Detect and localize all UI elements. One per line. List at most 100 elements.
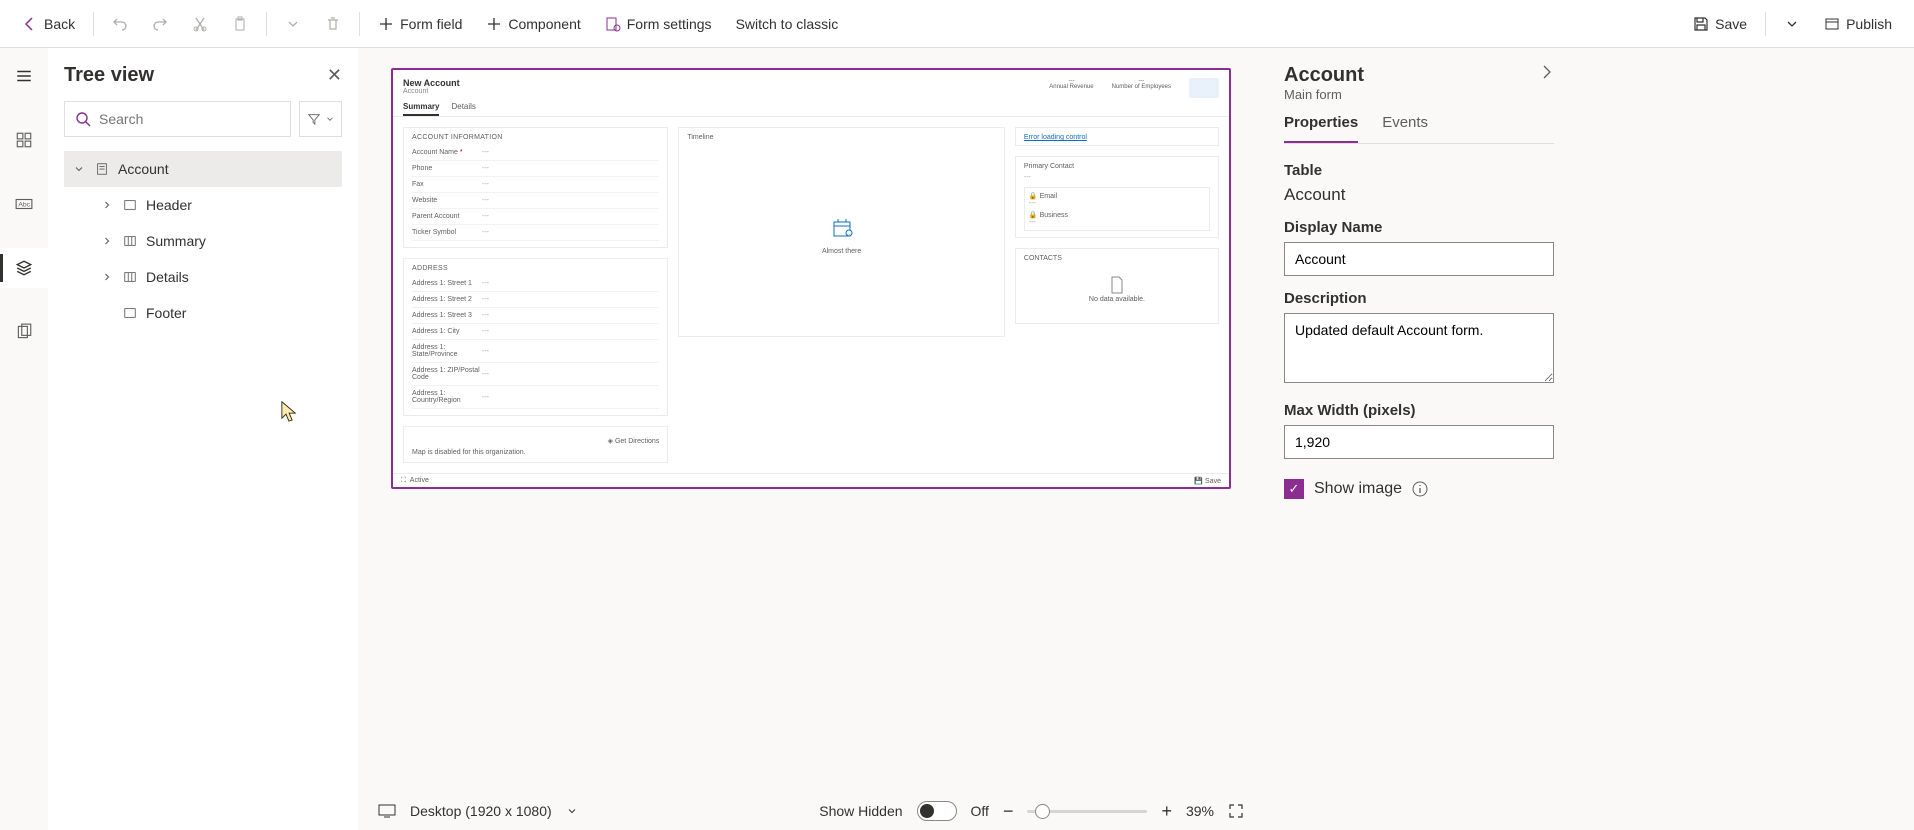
save-icon[interactable]: 💾 [1194, 478, 1203, 485]
redo-button[interactable] [142, 10, 178, 38]
timeline-title: Timeline [687, 134, 996, 141]
components-rail-button[interactable] [0, 120, 48, 160]
zoom-slider[interactable] [1027, 810, 1147, 813]
tree-rail-button[interactable] [0, 248, 48, 288]
form-field[interactable]: Address 1: Street 1--- [412, 276, 659, 292]
delete-button[interactable] [315, 10, 351, 38]
device-label[interactable]: Desktop (1920 x 1080) [410, 803, 552, 819]
zoom-in-button[interactable]: + [1161, 801, 1172, 822]
publish-button[interactable]: Publish [1814, 10, 1902, 38]
switch-classic-button[interactable]: Switch to classic [726, 10, 849, 38]
chevron-right-icon[interactable] [1538, 64, 1554, 80]
dropdown-button[interactable] [275, 10, 311, 38]
error-section[interactable]: Error loading control [1015, 127, 1219, 146]
props-tab-properties[interactable]: Properties [1284, 114, 1358, 143]
tree-label: Header [146, 197, 192, 213]
tree-search-input[interactable] [64, 101, 291, 137]
no-data-text: No data available. [1024, 296, 1210, 303]
cut-button[interactable] [182, 10, 218, 38]
redo-icon [152, 16, 168, 32]
form-field[interactable]: Address 1: Street 3--- [412, 308, 659, 324]
hamburger-button[interactable] [0, 56, 48, 96]
canvas-tab-summary[interactable]: Summary [403, 102, 439, 116]
layers-icon [15, 259, 33, 277]
tree-close-button[interactable]: ✕ [327, 65, 342, 86]
expand-icon[interactable]: ⛶ [401, 477, 406, 484]
account-info-section[interactable]: ACCOUNT INFORMATION Account Name*---Phon… [403, 127, 668, 248]
display-name-input[interactable] [1284, 242, 1554, 276]
search-icon [75, 111, 91, 127]
cut-icon [192, 16, 208, 32]
form-settings-button[interactable]: Form settings [595, 10, 722, 38]
paste-button[interactable] [222, 10, 258, 38]
show-hidden-toggle[interactable] [917, 801, 957, 821]
save-button[interactable]: Save [1683, 10, 1757, 38]
error-link[interactable]: Error loading control [1024, 134, 1087, 141]
tree-item-footer[interactable]: Footer [64, 295, 342, 331]
form-field[interactable]: Phone--- [412, 161, 659, 177]
fit-icon[interactable] [1228, 803, 1244, 819]
zoom-out-button[interactable]: − [1003, 801, 1014, 822]
paste-icon [232, 16, 248, 32]
form-field[interactable]: Ticker Symbol--- [412, 225, 659, 241]
form-field[interactable]: Fax--- [412, 177, 659, 193]
tree-panel: Tree view ✕ Account Header Summary Detai… [48, 48, 358, 830]
canvas-tab-details[interactable]: Details [451, 102, 475, 116]
right-empty-area [1574, 48, 1914, 830]
add-form-field-button[interactable]: Form field [368, 10, 472, 38]
form-field[interactable]: Address 1: Country/Region--- [412, 386, 659, 409]
address-section[interactable]: ADDRESS Address 1: Street 1---Address 1:… [403, 258, 668, 416]
left-rail: Abc [0, 48, 48, 830]
undo-icon [112, 16, 128, 32]
form-field[interactable]: Address 1: State/Province--- [412, 340, 659, 363]
max-width-input[interactable] [1284, 425, 1554, 459]
tree-item-summary[interactable]: Summary [64, 223, 342, 259]
chevron-down-icon[interactable] [566, 805, 578, 817]
properties-panel: Account Main form Properties Events Tabl… [1264, 48, 1574, 830]
search-field[interactable] [99, 111, 280, 127]
tree-item-details[interactable]: Details [64, 259, 342, 295]
map-section[interactable]: ◈ Get Directions Map is disabled for thi… [403, 426, 668, 463]
tab-icon [122, 270, 138, 284]
tree-title: Tree view [64, 64, 154, 87]
form-field[interactable]: Website--- [412, 193, 659, 209]
form-field[interactable]: Account Name*--- [412, 145, 659, 161]
form-field[interactable]: Address 1: Street 2--- [412, 292, 659, 308]
primary-contact-section[interactable]: Primary Contact --- 🔒 Email --- 🔒 Busine… [1015, 156, 1219, 238]
form-icon [94, 162, 110, 176]
chevron-down-icon [1784, 16, 1800, 32]
undo-button[interactable] [102, 10, 138, 38]
contacts-title: CONTACTS [1024, 255, 1210, 262]
description-textarea[interactable] [1284, 313, 1554, 383]
top-toolbar: Back Form field Component Form settings … [0, 0, 1914, 48]
tree-item-header[interactable]: Header [64, 187, 342, 223]
description-label: Description [1284, 290, 1554, 307]
timeline-section[interactable]: Timeline … Almost there [678, 127, 1005, 337]
form-settings-label: Form settings [627, 16, 712, 32]
back-button[interactable]: Back [12, 10, 85, 38]
tree-item-account[interactable]: Account [64, 151, 342, 187]
metric-employees-label: Number of Employees [1112, 84, 1171, 90]
info-icon[interactable] [1412, 481, 1428, 497]
component-label: Component [508, 16, 580, 32]
props-tab-events[interactable]: Events [1382, 114, 1428, 143]
contacts-section[interactable]: CONTACTS No data available. [1015, 248, 1219, 324]
chevron-down-icon [325, 114, 335, 124]
publish-label: Publish [1846, 16, 1892, 32]
form-canvas[interactable]: New Account Account ---Annual Revenue --… [391, 68, 1231, 489]
abc-icon: Abc [15, 195, 33, 213]
form-field[interactable]: Address 1: City--- [412, 324, 659, 340]
library-rail-button[interactable] [0, 312, 48, 352]
tree-filter-button[interactable] [299, 101, 342, 137]
save-icon [1693, 16, 1709, 32]
form-field[interactable]: Address 1: ZIP/Postal Code--- [412, 363, 659, 386]
plus-icon [486, 16, 502, 32]
form-field[interactable]: Parent Account--- [412, 209, 659, 225]
fields-rail-button[interactable]: Abc [0, 184, 48, 224]
add-component-button[interactable]: Component [476, 10, 590, 38]
max-width-label: Max Width (pixels) [1284, 402, 1554, 419]
publish-icon [1824, 16, 1840, 32]
show-image-label: Show image [1314, 480, 1402, 498]
save-dropdown-button[interactable] [1774, 10, 1810, 38]
show-image-checkbox[interactable]: ✓ [1284, 479, 1304, 499]
